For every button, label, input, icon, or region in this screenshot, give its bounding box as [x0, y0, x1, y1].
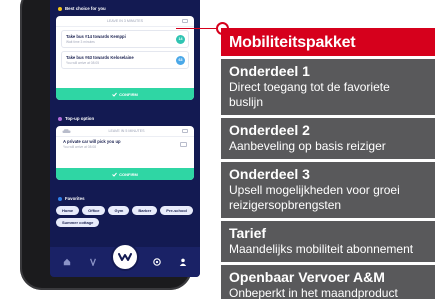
top-up-card[interactable]: LEAVE IN 5 MINUTES A private car will pi… [56, 126, 194, 180]
panel-block: Onderdeel 1 Direct toegang tot de favori… [221, 59, 435, 115]
panel-title: Mobiliteitspakket [221, 28, 435, 56]
car-option-subtitle: You will arrive at 08:08 [63, 145, 97, 149]
favorite-chip-office[interactable]: Office [82, 206, 106, 215]
favorite-chips: Home Office Gym Barber Pre-school Summer… [56, 206, 194, 227]
favorites-title: Favorites [58, 196, 196, 201]
car-option[interactable]: A private car will pick you up You will … [56, 137, 194, 151]
block-heading: Tarief [229, 225, 267, 241]
best-choice-title: Best choice for you [58, 6, 106, 11]
favorites-section: Favorites Home Office Gym Barber Pre-sch… [56, 196, 194, 227]
block-heading: Onderdeel 2 [229, 122, 310, 138]
calendar-icon [182, 19, 188, 23]
phone-mockup: Best choice for you LEAVE IN 3 MINUTES T… [20, 0, 200, 290]
trip-subtitle: You will arrive at 08:05 [66, 61, 100, 65]
bus-number-badge: 14 [176, 35, 185, 44]
top-up-icon [58, 116, 62, 121]
block-heading: Onderdeel 1 [229, 63, 310, 79]
confirm-button[interactable]: CONFIRM [56, 168, 194, 180]
star-icon [58, 6, 62, 11]
leave-time-label: LEAVE IN 5 MINUTES [108, 129, 145, 133]
whim-logo-icon[interactable] [113, 245, 137, 269]
block-description: Maandelijks mobiliteit abonnement [229, 242, 414, 256]
favorite-chip-barber[interactable]: Barber [132, 206, 158, 215]
panel-block: Onderdeel 2 Aanbeveling op basis reizige… [221, 118, 435, 159]
bottom-tab-bar [50, 245, 200, 277]
ticket-icon [180, 141, 187, 147]
block-description: Onbeperkt in het maandproduct [229, 286, 398, 299]
bus-number-badge: 63 [176, 56, 185, 65]
calendar-icon [182, 129, 188, 133]
car-icon [62, 128, 71, 133]
block-heading: Onderdeel 3 [229, 166, 310, 182]
home-icon[interactable] [61, 256, 73, 268]
card-header: LEAVE IN 3 MINUTES [56, 16, 194, 27]
car-option-label: A private car will pick you up [63, 139, 121, 144]
profile-icon[interactable] [177, 256, 189, 268]
check-icon [112, 172, 118, 177]
leave-time-label: LEAVE IN 3 MINUTES [106, 19, 144, 23]
best-choice-card[interactable]: LEAVE IN 3 MINUTES Take bus #14 towards … [56, 16, 194, 100]
panel-block: Tarief Maandelijks mobiliteit abonnement [221, 221, 435, 262]
callout-line [176, 28, 220, 29]
trip-option[interactable]: Take bus #63 towards Keloselaine You wil… [61, 51, 189, 69]
explore-icon[interactable] [87, 256, 99, 268]
block-description: Upsell mogelijkheden voor groei reiziger… [229, 183, 400, 212]
panel-block: Openbaar Vervoer A&M Onbeperkt in het ma… [221, 265, 435, 299]
panel-block: Onderdeel 3 Upsell mogelijkheden voor gr… [221, 162, 435, 218]
network-icon[interactable] [151, 256, 163, 268]
info-panel: Mobiliteitspakket Onderdeel 1 Direct toe… [221, 28, 435, 299]
trip-subtitle: Wait time 3 minutes [66, 40, 95, 44]
confirm-button[interactable]: CONFIRM [56, 88, 194, 100]
trip-title: Take bus #14 towards Kemppi [66, 34, 126, 39]
favorite-chip-pre-school[interactable]: Pre-school [160, 206, 193, 215]
favorites-icon [58, 196, 62, 201]
trip-title: Take bus #63 towards Keloselaine [66, 55, 134, 60]
trip-option[interactable]: Take bus #14 towards Kemppi Wait time 3 … [61, 30, 189, 48]
block-heading: Openbaar Vervoer A&M [229, 269, 385, 285]
block-description: Direct toegang tot de favoriete buslijn [229, 80, 390, 109]
card-header: LEAVE IN 5 MINUTES [56, 126, 194, 137]
favorite-chip-summer-cottage[interactable]: Summer cottage [56, 218, 100, 227]
top-up-title: Top-up option [58, 116, 94, 121]
favorite-chip-home[interactable]: Home [56, 206, 80, 215]
app-screen: Best choice for you LEAVE IN 3 MINUTES T… [50, 0, 200, 277]
block-description: Aanbeveling op basis reiziger [229, 139, 386, 153]
favorite-chip-gym[interactable]: Gym [108, 206, 130, 215]
check-icon [112, 92, 118, 97]
